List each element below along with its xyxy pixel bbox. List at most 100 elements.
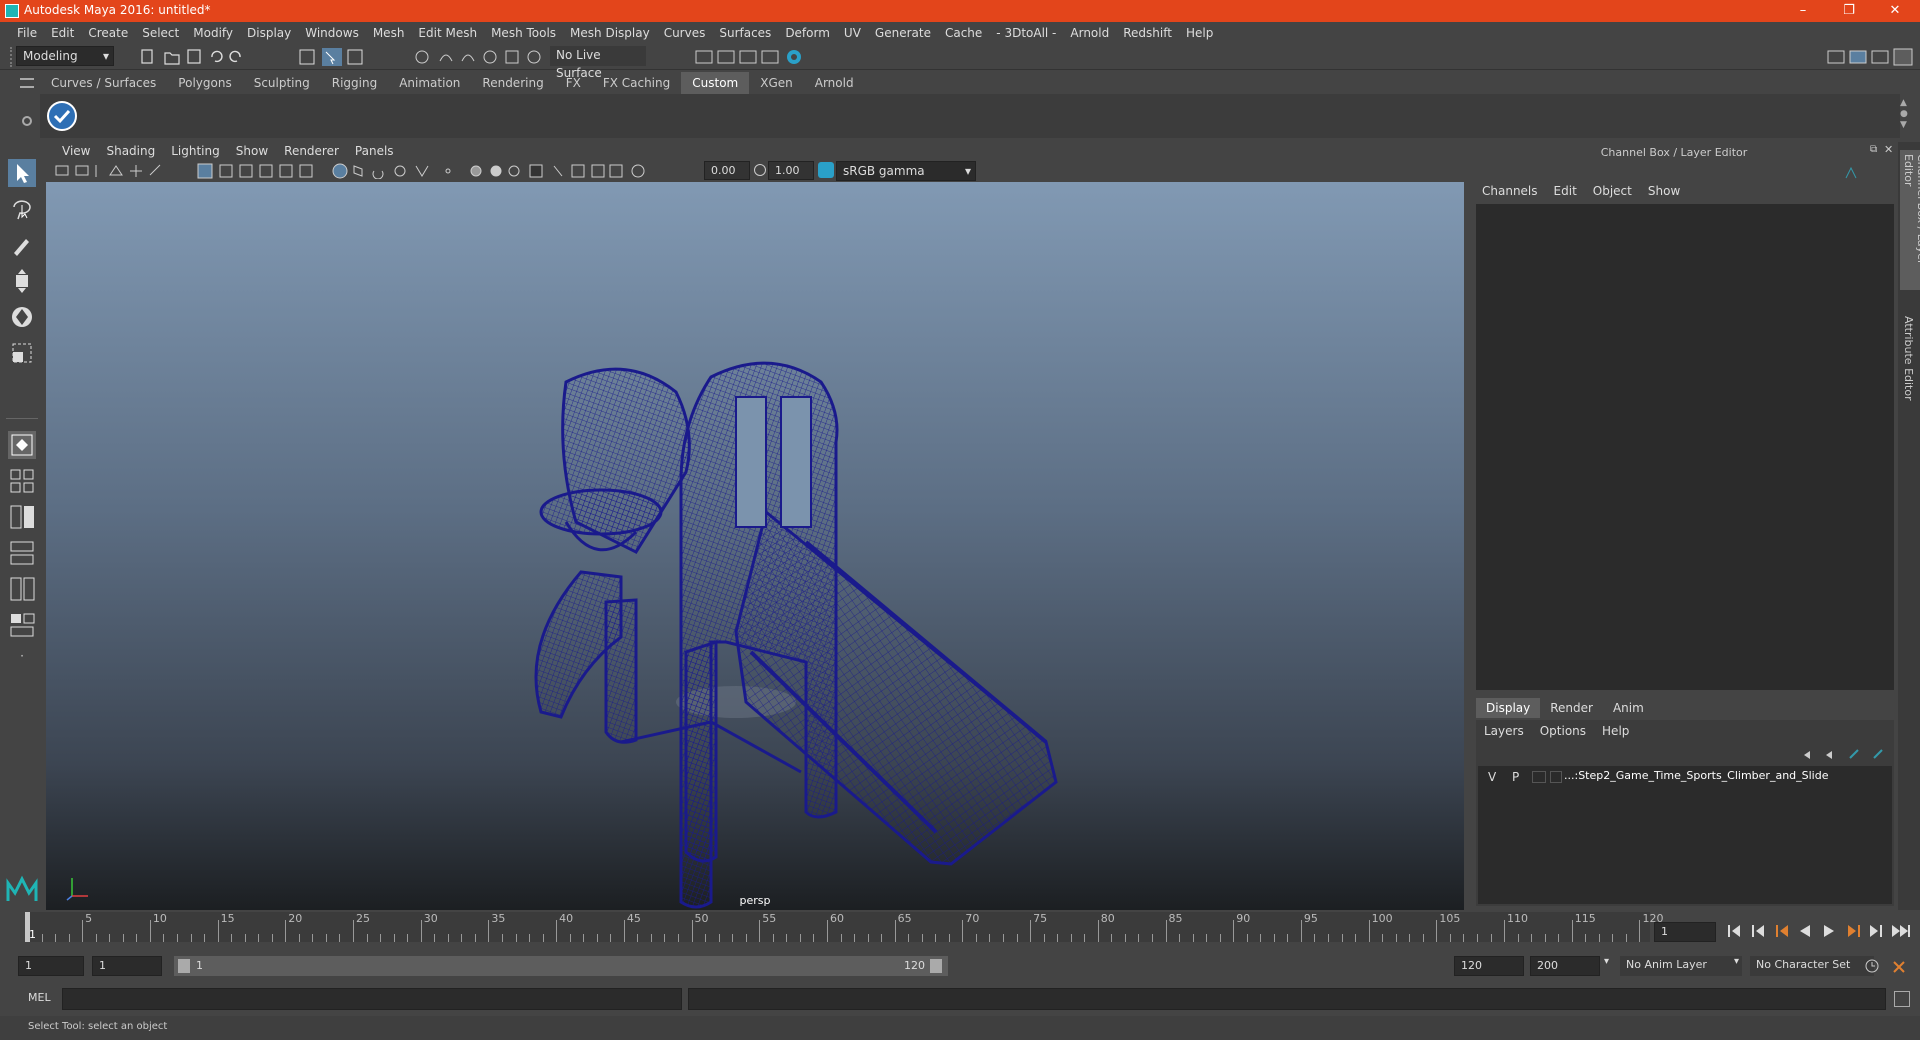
color-management-icon[interactable] [818, 162, 834, 178]
playback-end-field[interactable]: 120 [1454, 956, 1524, 976]
animation-start-field[interactable]: 1 [18, 956, 84, 976]
file-tools-icons[interactable] [140, 47, 260, 67]
menu-edit[interactable]: Edit [44, 26, 81, 40]
shelf-scroll[interactable]: ▲ ● ▼ [1900, 98, 1914, 134]
shelf-tab-xgen[interactable]: XGen [749, 72, 804, 94]
animation-prefs-icons[interactable] [1864, 958, 1914, 974]
paint-select-tool-icon[interactable] [8, 231, 36, 259]
layer-tab-render[interactable]: Render [1540, 698, 1603, 718]
hypershade-layout-icon[interactable] [8, 611, 36, 639]
panel-menu-show[interactable]: Show [228, 144, 276, 158]
menu-cache[interactable]: Cache [938, 26, 989, 40]
outliner-layout-icon[interactable] [8, 539, 36, 567]
chevron-down-icon[interactable]: ▾ [1734, 956, 1739, 967]
select-mode-icons[interactable] [298, 47, 368, 67]
layer-type-toggle[interactable] [1532, 771, 1546, 783]
menu-mesh[interactable]: Mesh [366, 26, 412, 40]
lasso-tool-icon[interactable] [8, 195, 36, 223]
shelf-settings-icon[interactable] [22, 116, 32, 126]
gamma-icon[interactable] [754, 164, 766, 176]
layer-menu-help[interactable]: Help [1594, 724, 1637, 738]
shelf-tab-rigging[interactable]: Rigging [321, 72, 388, 94]
menu-generate[interactable]: Generate [868, 26, 938, 40]
close-icon[interactable]: ✕ [1872, 0, 1918, 22]
script-editor-icon[interactable] [1894, 991, 1910, 1007]
select-tool-icon[interactable] [8, 159, 36, 187]
panel-menu-view[interactable]: View [54, 144, 98, 158]
channel-box-menu-channels[interactable]: Channels [1474, 184, 1546, 198]
current-frame-field[interactable]: 1 [1654, 922, 1716, 942]
shelf-tab-polygons[interactable]: Polygons [167, 72, 242, 94]
shelf-tab-sculpting[interactable]: Sculpting [243, 72, 321, 94]
single-view-layout-icon[interactable] [8, 431, 36, 459]
layer-visibility-toggle[interactable]: V [1488, 770, 1496, 784]
menu-help[interactable]: Help [1179, 26, 1220, 40]
range-end-handle[interactable] [930, 959, 942, 973]
menu-mesh-tools[interactable]: Mesh Tools [484, 26, 563, 40]
time-slider[interactable]: 5 10 15 20 25 30 35 40 45 50 55 60 65 70 75 80 85 90 95 100… [25, 912, 1663, 942]
playback-controls[interactable] [1724, 922, 1914, 940]
shelf-tab-fx[interactable]: FX [555, 72, 592, 94]
menu-3dtoall[interactable]: - 3DtoAll - [989, 26, 1063, 40]
shelf-tab-rendering[interactable]: Rendering [471, 72, 554, 94]
shelf-tab-arnold[interactable]: Arnold [804, 72, 865, 94]
command-language-label[interactable]: MEL [28, 991, 51, 1004]
layer-menu-options[interactable]: Options [1532, 724, 1594, 738]
panel-menu-shading[interactable]: Shading [98, 144, 163, 158]
menu-deform[interactable]: Deform [778, 26, 837, 40]
menu-display[interactable]: Display [240, 26, 298, 40]
color-space-select[interactable]: sRGB gamma ▾ [836, 161, 976, 181]
layer-row[interactable]: V P ...:Step2_Game_Time_Sports_Climber_a… [1478, 768, 1892, 786]
range-start-handle[interactable] [178, 959, 190, 973]
character-set-select[interactable]: No Character Set [1750, 956, 1874, 976]
restore-icon[interactable]: ❐ [1826, 0, 1872, 22]
shelf-menu-icon[interactable] [20, 78, 34, 88]
shelf-tab-fx-caching[interactable]: FX Caching [592, 72, 681, 94]
range-slider[interactable]: 1 120 [174, 956, 948, 976]
four-view-layout-icon[interactable] [8, 467, 36, 495]
channel-box-menu-object[interactable]: Object [1585, 184, 1640, 198]
layer-action-icons[interactable] [1800, 748, 1890, 762]
live-surface-field[interactable]: No Live Surface [550, 46, 646, 80]
float-panel-icon[interactable]: ⧉ [1870, 144, 1877, 155]
scale-tool-icon[interactable] [8, 339, 36, 367]
persp-viewport[interactable]: persp [46, 182, 1464, 910]
anim-layer-select[interactable]: No Anim Layer [1620, 956, 1742, 976]
checkmark-shelf-button-icon[interactable] [46, 100, 78, 132]
menu-curves[interactable]: Curves [657, 26, 713, 40]
panel-menu-lighting[interactable]: Lighting [163, 144, 228, 158]
layer-menu-layers[interactable]: Layers [1476, 724, 1532, 738]
layer-name[interactable]: ...:Step2_Game_Time_Sports_Climber_and_S… [1564, 769, 1829, 782]
close-panel-icon[interactable]: ✕ [1884, 143, 1893, 156]
playback-start-field[interactable]: 1 [92, 956, 162, 976]
menu-arnold[interactable]: Arnold [1063, 26, 1116, 40]
panel-menu-panels[interactable]: Panels [347, 144, 402, 158]
menu-file[interactable]: File [10, 26, 44, 40]
move-tool-icon[interactable] [8, 267, 36, 295]
viewport-toolbar-icons[interactable] [54, 163, 694, 179]
layer-playback-toggle[interactable]: P [1512, 770, 1519, 784]
side-tab-attribute-editor[interactable]: Attribute Editor [1900, 312, 1917, 412]
minimize-icon[interactable]: – [1780, 0, 1826, 22]
exposure-field[interactable]: 0.00 [704, 161, 750, 180]
layer-tab-anim[interactable]: Anim [1603, 698, 1654, 718]
graph-layout-icon[interactable] [8, 575, 36, 603]
menu-modify[interactable]: Modify [186, 26, 240, 40]
chevron-down-icon[interactable]: ▾ [1604, 956, 1609, 967]
shelf-tab-custom[interactable]: Custom [681, 72, 750, 94]
shelf-tab-curves-surfaces[interactable]: Curves / Surfaces [40, 72, 167, 94]
menu-uv[interactable]: UV [837, 26, 868, 40]
channel-box-menu-show[interactable]: Show [1640, 184, 1688, 198]
side-tab-channel-box[interactable]: Channel Box / Layer Editor [1900, 150, 1920, 290]
menu-surfaces[interactable]: Surfaces [712, 26, 778, 40]
menu-select[interactable]: Select [135, 26, 186, 40]
render-icons[interactable] [694, 47, 814, 67]
menu-redshift[interactable]: Redshift [1116, 26, 1179, 40]
toolbox-more-icon[interactable]: · [10, 649, 34, 669]
menu-edit-mesh[interactable]: Edit Mesh [411, 26, 484, 40]
menu-mesh-display[interactable]: Mesh Display [563, 26, 657, 40]
shelf-tab-animation[interactable]: Animation [388, 72, 471, 94]
layer-color-swatch[interactable] [1550, 771, 1562, 783]
two-view-layout-icon[interactable] [8, 503, 36, 531]
rotate-tool-icon[interactable] [8, 303, 36, 331]
